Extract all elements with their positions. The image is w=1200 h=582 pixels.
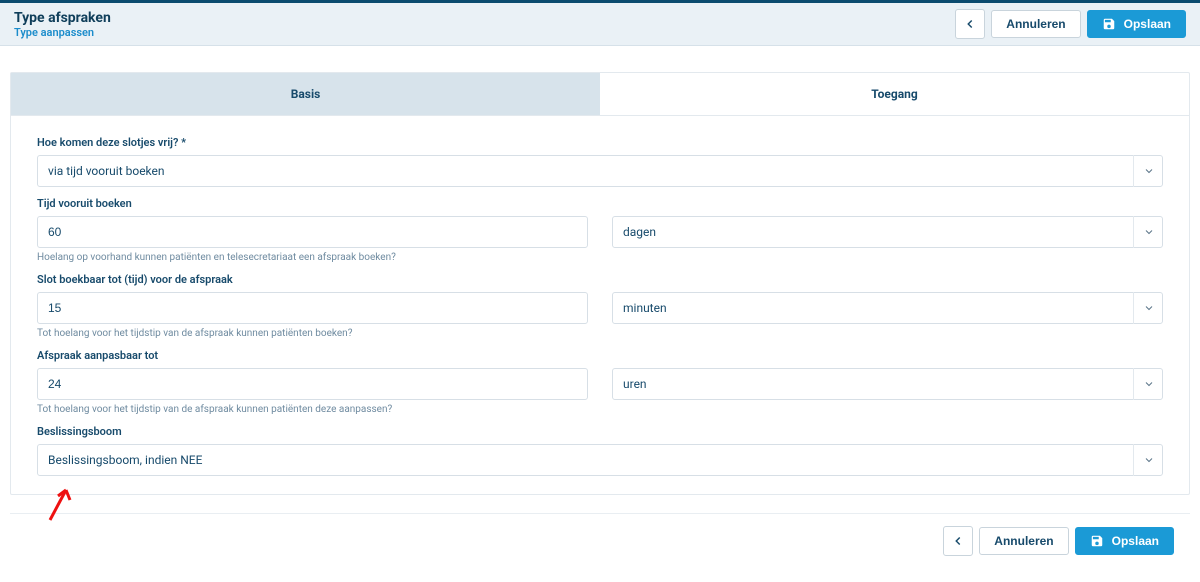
tabs: Basis Toegang — [11, 73, 1189, 116]
select-advance-booking-unit[interactable]: dagen — [612, 216, 1163, 248]
chevron-down-icon — [1133, 216, 1163, 248]
page-header: Type afspraken Type aanpassen Annuleren … — [0, 0, 1200, 46]
select-slots-free-value: via tijd vooruit boeken — [48, 164, 165, 178]
arrow-left-icon — [951, 534, 965, 548]
input-editable-until[interactable] — [37, 368, 588, 400]
header-titles: Type afspraken Type aanpassen — [14, 10, 111, 39]
cancel-button[interactable]: Annuleren — [991, 10, 1080, 38]
footer-save-label: Opslaan — [1112, 534, 1159, 548]
chevron-down-icon — [1133, 368, 1163, 400]
cancel-button-label: Annuleren — [1006, 17, 1065, 31]
footer-actions: Annuleren Opslaan — [10, 513, 1190, 570]
footer-cancel-button[interactable]: Annuleren — [979, 527, 1068, 555]
label-advance-booking: Tijd vooruit boeken — [37, 197, 1163, 210]
chevron-down-icon — [1133, 292, 1163, 324]
select-book-until-unit-value: minuten — [623, 301, 667, 315]
save-icon — [1102, 17, 1116, 31]
back-button[interactable] — [955, 9, 985, 39]
header-actions: Annuleren Opslaan — [955, 9, 1186, 39]
footer-save-button[interactable]: Opslaan — [1075, 527, 1174, 555]
label-slots-free: Hoe komen deze slotjes vrij? * — [37, 136, 1163, 149]
hint-book-until: Tot hoelang voor het tijdstip van de afs… — [37, 328, 588, 339]
chevron-down-icon — [1133, 444, 1163, 476]
page-title: Type afspraken — [14, 10, 111, 26]
form-body: Hoe komen deze slotjes vrij? * via tijd … — [11, 116, 1189, 476]
form-panel: Basis Toegang Hoe komen deze slotjes vri… — [10, 72, 1190, 495]
select-editable-until-unit-value: uren — [623, 377, 647, 391]
chevron-down-icon — [1133, 155, 1163, 187]
input-advance-booking[interactable] — [37, 216, 588, 248]
save-icon — [1090, 534, 1104, 548]
select-book-until-unit[interactable]: minuten — [612, 292, 1163, 324]
input-book-until[interactable] — [37, 292, 588, 324]
footer-cancel-label: Annuleren — [994, 534, 1053, 548]
arrow-left-icon — [963, 17, 977, 31]
tab-toegang[interactable]: Toegang — [600, 73, 1189, 115]
hint-editable-until: Tot hoelang voor het tijdstip van de afs… — [37, 404, 588, 415]
select-editable-until-unit[interactable]: uren — [612, 368, 1163, 400]
save-button[interactable]: Opslaan — [1087, 10, 1186, 38]
select-decision-tree[interactable]: Beslissingsboom, indien NEE — [37, 444, 1163, 476]
page-subtitle: Type aanpassen — [14, 26, 111, 39]
label-decision-tree: Beslissingsboom — [37, 425, 1163, 438]
field-editable-until: Afspraak aanpasbaar tot Tot hoelang voor… — [37, 349, 1163, 415]
select-advance-booking-unit-value: dagen — [623, 225, 656, 239]
save-button-label: Opslaan — [1124, 17, 1171, 31]
label-editable-until: Afspraak aanpasbaar tot — [37, 349, 1163, 362]
label-book-until: Slot boekbaar tot (tijd) voor de afspraa… — [37, 273, 1163, 286]
field-advance-booking: Tijd vooruit boeken Hoelang op voorhand … — [37, 197, 1163, 263]
select-slots-free[interactable]: via tijd vooruit boeken — [37, 155, 1163, 187]
tab-basis[interactable]: Basis — [11, 73, 600, 115]
field-decision-tree: Beslissingsboom Beslissingsboom, indien … — [37, 425, 1163, 476]
select-decision-tree-value: Beslissingsboom, indien NEE — [48, 453, 202, 467]
footer-back-button[interactable] — [943, 526, 973, 556]
field-book-until: Slot boekbaar tot (tijd) voor de afspraa… — [37, 273, 1163, 339]
field-slots-free: Hoe komen deze slotjes vrij? * via tijd … — [37, 136, 1163, 187]
hint-advance-booking: Hoelang op voorhand kunnen patiënten en … — [37, 252, 588, 263]
